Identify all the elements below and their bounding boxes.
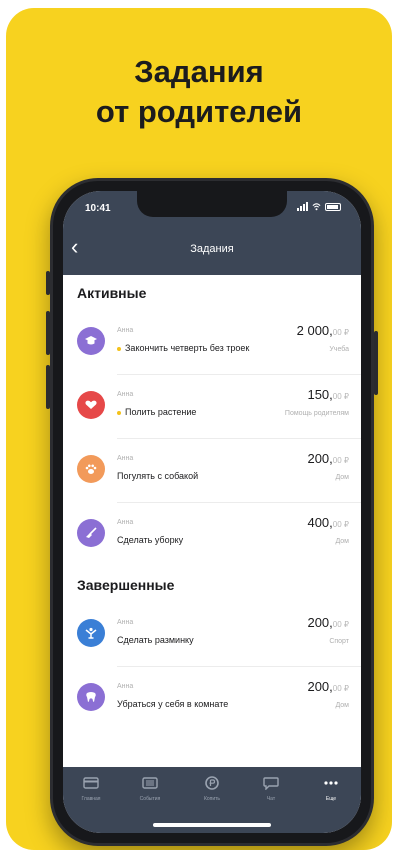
status-icons	[297, 202, 341, 211]
task-amount: 400,00 ₽	[307, 515, 349, 530]
headline-line-1: Задания	[134, 54, 264, 89]
task-amount-main: 150,	[307, 387, 333, 402]
paw-icon	[77, 455, 105, 483]
tab-chat[interactable]: Чат	[247, 776, 295, 802]
tab-label: Копить	[203, 796, 221, 802]
section-title-done: Завершенные	[77, 577, 175, 593]
task-row[interactable]: Анна Погулять с собакой 200,00 ₽ Дом	[77, 439, 361, 503]
list-icon	[141, 776, 159, 790]
phone-power-button	[374, 331, 378, 395]
task-title: Погулять с собакой	[117, 471, 199, 481]
task-row[interactable]: Анна Сделать уборку 400,00 ₽ Дом	[77, 503, 361, 567]
heart-hand-icon	[77, 391, 105, 419]
task-amount: 200,00 ₽	[307, 615, 349, 630]
task-row[interactable]: Анна Сделать разминку 200,00 ₽ Спорт	[77, 603, 361, 667]
status-time: 10:41	[85, 203, 111, 214]
task-amount-cents: 00 ₽	[332, 684, 349, 693]
task-amount-cents: 00 ₽	[332, 456, 349, 465]
tab-savings[interactable]: Копить	[188, 776, 236, 802]
task-owner: Анна	[117, 391, 134, 398]
broom-icon	[77, 519, 105, 547]
task-owner: Анна	[117, 327, 134, 334]
task-amount-cents: 00 ₽	[332, 328, 349, 337]
task-amount: 2 000,00 ₽	[297, 323, 349, 338]
task-category: Дом	[335, 702, 349, 709]
exercise-icon	[77, 619, 105, 647]
task-amount-cents: 00 ₽	[332, 392, 349, 401]
task-title-wrap: Полить растение	[117, 407, 196, 417]
phone-frame: 10:41 ‹ Задания Активные Анна Закончить …	[46, 178, 378, 846]
task-row[interactable]: Анна Закончить четверть без троек 2 000,…	[77, 311, 361, 375]
promo-card: Задания от родителей 10:41 ‹ Задания Акт…	[6, 8, 392, 850]
phone-screen: 10:41 ‹ Задания Активные Анна Закончить …	[63, 191, 361, 833]
done-tasks: Анна Сделать разминку 200,00 ₽ Спорт Анн…	[63, 603, 361, 731]
task-owner: Анна	[117, 683, 134, 690]
tab-label: Главная	[81, 796, 101, 802]
task-amount-cents: 00 ₽	[332, 520, 349, 529]
tasks-list: Активные Анна Закончить четверть без тро…	[63, 275, 361, 731]
task-title-wrap: Закончить четверть без троек	[117, 343, 249, 353]
home-indicator[interactable]	[153, 823, 271, 827]
task-owner: Анна	[117, 519, 134, 526]
task-amount-main: 400,	[307, 515, 333, 530]
tab-more[interactable]: Еще	[307, 776, 355, 802]
task-title: Сделать разминку	[117, 635, 194, 645]
graduation-cap-icon	[77, 327, 105, 355]
task-category: Учеба	[329, 346, 349, 353]
task-row[interactable]: Анна Полить растение 150,00 ₽ Помощь род…	[77, 375, 361, 439]
task-category: Помощь родителям	[284, 410, 349, 417]
tooth-icon	[77, 683, 105, 711]
task-amount: 200,00 ₽	[307, 451, 349, 466]
pending-dot	[117, 346, 121, 351]
task-amount-cents: 00 ₽	[332, 620, 349, 629]
task-amount-main: 200,	[307, 451, 333, 466]
task-amount: 200,00 ₽	[307, 679, 349, 694]
task-amount: 150,00 ₽	[307, 387, 349, 402]
task-owner: Анна	[117, 619, 134, 626]
pending-dot	[117, 410, 121, 415]
task-title: Закончить четверть без троек	[125, 343, 250, 353]
coin-icon	[203, 776, 221, 790]
signal-icon	[297, 202, 308, 211]
task-owner: Анна	[117, 455, 134, 462]
tab-label: Еще	[325, 796, 337, 802]
card-icon	[82, 776, 100, 790]
active-tasks: Анна Закончить четверть без троек 2 000,…	[63, 311, 361, 567]
tab-label: События	[139, 796, 161, 802]
app-header: 10:41 ‹ Задания	[63, 191, 361, 275]
task-title: Полить растение	[125, 407, 197, 417]
phone-volume-up-button	[46, 311, 50, 355]
task-row[interactable]: Анна Убраться у себя в комнате 200,00 ₽ …	[77, 667, 361, 731]
task-title: Сделать уборку	[117, 535, 184, 545]
tab-label: Чат	[266, 796, 276, 802]
phone-notch	[137, 191, 287, 217]
chat-icon	[262, 776, 280, 790]
task-amount-main: 200,	[307, 615, 333, 630]
task-title: Убраться у себя в комнате	[117, 699, 229, 709]
phone-volume-down-button	[46, 365, 50, 409]
page-title: Задания	[190, 243, 234, 255]
phone-mute-button	[46, 271, 50, 295]
battery-icon	[325, 202, 341, 211]
task-category: Спорт	[329, 638, 349, 645]
tab-home[interactable]: Главная	[67, 776, 115, 802]
tab-bar: Главная События Копить Чат Еще	[63, 767, 361, 833]
tab-events[interactable]: События	[126, 776, 174, 802]
task-category: Дом	[335, 538, 349, 545]
promo-headline: Задания от родителей	[6, 52, 392, 132]
wifi-icon	[312, 203, 321, 211]
task-category: Дом	[335, 474, 349, 481]
task-amount-main: 200,	[307, 679, 333, 694]
task-amount-main: 2 000,	[296, 323, 333, 338]
section-title-active: Активные	[77, 285, 147, 301]
headline-line-2: от родителей	[95, 94, 303, 129]
more-icon	[322, 776, 340, 790]
